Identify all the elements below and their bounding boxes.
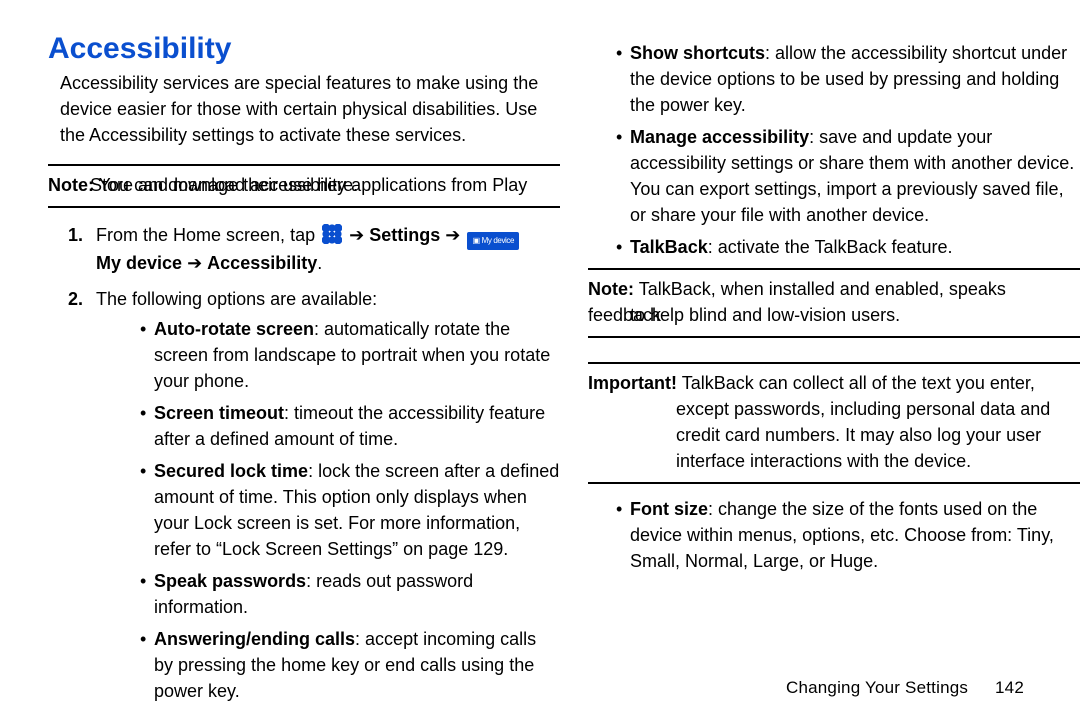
divider	[48, 164, 560, 166]
option-talkback: • TalkBack: activate the TalkBack featur…	[588, 234, 1080, 260]
step-2: 2. The following options are available: …	[48, 286, 560, 704]
bullet-icon: •	[140, 400, 146, 426]
option-font-size: • Font size: change the size of the font…	[588, 496, 1080, 574]
option-auto-rotate: • Auto-rotate screen: automatically rota…	[96, 316, 560, 394]
option-head: Screen timeout	[154, 403, 284, 423]
spacer	[588, 344, 1080, 354]
option-manage-accessibility: • Manage accessibility: save and update …	[588, 124, 1080, 228]
option-head: TalkBack	[630, 237, 708, 257]
arrow-icon: ➔	[349, 222, 364, 248]
two-column-layout: Accessibility Accessibility services are…	[48, 36, 1080, 714]
options-list-bottom: • Font size: change the size of the font…	[588, 496, 1080, 574]
page-number: 142	[995, 678, 1024, 698]
my-device-label: My device	[96, 253, 182, 273]
footer-section: Changing Your Settings	[786, 678, 968, 697]
options-list: • Auto-rotate screen: automatically rota…	[96, 316, 560, 704]
option-screen-timeout: • Screen timeout: timeout the accessibil…	[96, 400, 560, 452]
important-text: TalkBack can collect all of the text you…	[682, 373, 1035, 393]
step-text: The following options are available:	[96, 289, 377, 309]
option-head: Answering/ending calls	[154, 629, 355, 649]
options-list-cont: • Show shortcuts: allow the accessibilit…	[588, 40, 1080, 260]
steps: 1. From the Home screen, tap ➔ Settings …	[48, 222, 560, 704]
option-head: Secured lock time	[154, 461, 308, 481]
option-head: Speak passwords	[154, 571, 306, 591]
period: .	[317, 253, 322, 273]
bullet-icon: •	[140, 626, 146, 652]
option-head: Font size	[630, 499, 708, 519]
divider	[588, 268, 1080, 270]
note-text: to help blind and low-vision users.	[630, 302, 1080, 328]
option-secured-lock: • Secured lock time: lock the screen aft…	[96, 458, 560, 562]
section-intro: Accessibility services are special featu…	[60, 70, 560, 148]
bullet-icon: •	[140, 458, 146, 484]
option-head: Show shortcuts	[630, 43, 765, 63]
left-column: Accessibility Accessibility services are…	[48, 36, 560, 714]
bullet-icon: •	[616, 40, 622, 66]
important-text: except passwords, including personal dat…	[676, 396, 1080, 422]
bullet-icon: •	[616, 124, 622, 150]
important-text: credit card numbers. It may also log you…	[676, 422, 1080, 448]
my-device-tab-icon	[467, 232, 519, 250]
important-talkback: Important! TalkBack can collect all of t…	[588, 370, 1080, 474]
option-body: on page 129.	[403, 539, 508, 559]
option-body: : activate the TalkBack feature.	[708, 237, 953, 257]
step-text-fragment: From the Home screen, tap	[96, 225, 315, 245]
bullet-icon: •	[140, 568, 146, 594]
page-footer: Changing Your Settings 142	[786, 678, 1024, 698]
important-text: interface interactions with the device.	[676, 448, 1080, 474]
note-playstore: Note: You can download accessibility app…	[48, 172, 560, 198]
step-number: 1.	[68, 222, 83, 248]
option-head: Manage accessibility	[630, 127, 809, 147]
option-show-shortcuts: • Show shortcuts: allow the accessibilit…	[588, 40, 1080, 118]
step-number: 2.	[68, 286, 83, 312]
note-label: Note:	[588, 279, 634, 299]
option-speak-passwords: • Speak passwords: reads out password in…	[96, 568, 560, 620]
arrow-icon: ➔	[187, 250, 202, 276]
divider	[48, 206, 560, 208]
option-head: Auto-rotate screen	[154, 319, 314, 339]
divider	[588, 482, 1080, 484]
bullet-icon: •	[616, 234, 622, 260]
arrow-icon: ➔	[445, 222, 460, 248]
section-title: Accessibility	[48, 36, 560, 62]
note-label: Note:	[48, 175, 94, 195]
apps-grid-icon	[322, 224, 342, 244]
note-talkback: Note: TalkBack, when installed and enabl…	[588, 276, 1080, 328]
right-column: • Show shortcuts: allow the accessibilit…	[588, 36, 1080, 714]
accessibility-label: Accessibility	[207, 253, 317, 273]
bullet-icon: •	[140, 316, 146, 342]
bullet-icon: •	[616, 496, 622, 522]
manual-page: Accessibility Accessibility services are…	[0, 0, 1080, 720]
divider	[588, 362, 1080, 364]
cross-reference: “Lock Screen Settings”	[216, 539, 398, 559]
step-text: From the Home screen, tap ➔ Settings ➔ M…	[96, 225, 521, 273]
settings-label: Settings	[369, 225, 440, 245]
option-answering-calls: • Answering/ending calls: accept incomin…	[96, 626, 560, 704]
step-1: 1. From the Home screen, tap ➔ Settings …	[48, 222, 560, 276]
important-label: Important!	[588, 373, 677, 393]
divider	[588, 336, 1080, 338]
